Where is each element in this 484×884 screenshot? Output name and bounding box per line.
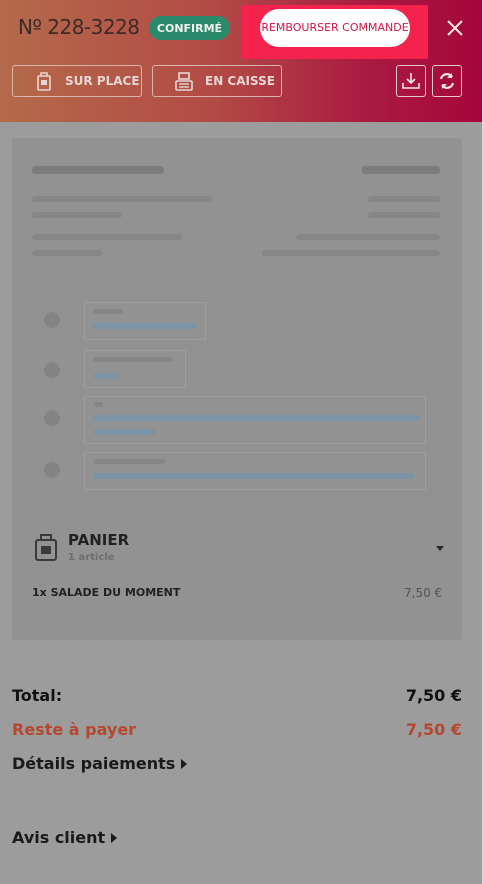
payment-details-link[interactable]: Détails paiements <box>12 754 188 773</box>
customer-icon <box>44 312 60 328</box>
cash-register-label: EN CAISSE <box>205 74 275 88</box>
info-line-placeholder <box>262 250 440 256</box>
restaurant-name-placeholder <box>32 166 164 174</box>
order-header: Nº 228-3228 CONFIRMÉ REMBOURSER COMMANDE… <box>0 0 482 122</box>
close-icon[interactable] <box>444 17 466 39</box>
refresh-button[interactable] <box>432 65 462 97</box>
address-line-placeholder <box>32 212 122 218</box>
cart-title: PANIER <box>68 531 130 549</box>
refund-order-button[interactable]: REMBOURSER COMMANDE <box>260 9 410 47</box>
customer-phone-box <box>84 350 186 388</box>
download-button[interactable] <box>396 65 426 97</box>
address-line-placeholder <box>32 196 212 202</box>
cart-item-price: 7,50 € <box>404 586 443 600</box>
bag-icon <box>35 534 57 561</box>
info-line-placeholder <box>368 196 440 202</box>
address-line-placeholder <box>32 250 102 256</box>
customer-review-label: Avis client <box>12 828 106 847</box>
cart-item-count: 1 article <box>68 552 115 563</box>
email-icon <box>44 462 60 478</box>
refund-highlight: REMBOURSER COMMANDE <box>242 5 428 59</box>
order-details-card: PANIER 1 article 1x SALADE DU MOMENT 7,5… <box>12 138 462 640</box>
customer-review-link[interactable]: Avis client <box>12 828 118 847</box>
total-value: 7,50 € <box>405 686 462 705</box>
cart-item-name: 1x SALADE DU MOMENT <box>32 586 181 599</box>
order-date-placeholder <box>362 166 440 174</box>
customer-email-box <box>84 452 426 490</box>
customer-address-box <box>84 396 426 444</box>
refresh-icon <box>439 73 455 89</box>
info-line-placeholder <box>368 212 440 218</box>
cart-toggle[interactable]: PANIER 1 article <box>34 531 444 572</box>
bag-icon <box>37 72 51 91</box>
total-label: Total: <box>12 686 63 705</box>
order-number: Nº 228-3228 <box>18 15 140 39</box>
phone-icon <box>44 362 60 378</box>
status-badge: CONFIRMÉ <box>149 16 230 40</box>
dine-in-button[interactable]: SUR PLACE <box>12 65 142 97</box>
info-line-placeholder <box>296 234 440 240</box>
location-icon <box>44 410 60 426</box>
register-icon <box>175 72 193 91</box>
download-icon <box>402 73 420 89</box>
dine-in-label: SUR PLACE <box>65 74 140 88</box>
chevron-right-icon <box>181 758 188 769</box>
chevron-right-icon <box>111 832 118 843</box>
address-line-placeholder <box>32 234 182 240</box>
payment-details-label: Détails paiements <box>12 754 176 773</box>
remaining-value: 7,50 € <box>405 720 462 739</box>
chevron-down-icon[interactable] <box>436 546 444 551</box>
remaining-label: Reste à payer <box>12 720 137 739</box>
cash-register-button[interactable]: EN CAISSE <box>152 65 282 97</box>
customer-name-box <box>84 302 206 340</box>
